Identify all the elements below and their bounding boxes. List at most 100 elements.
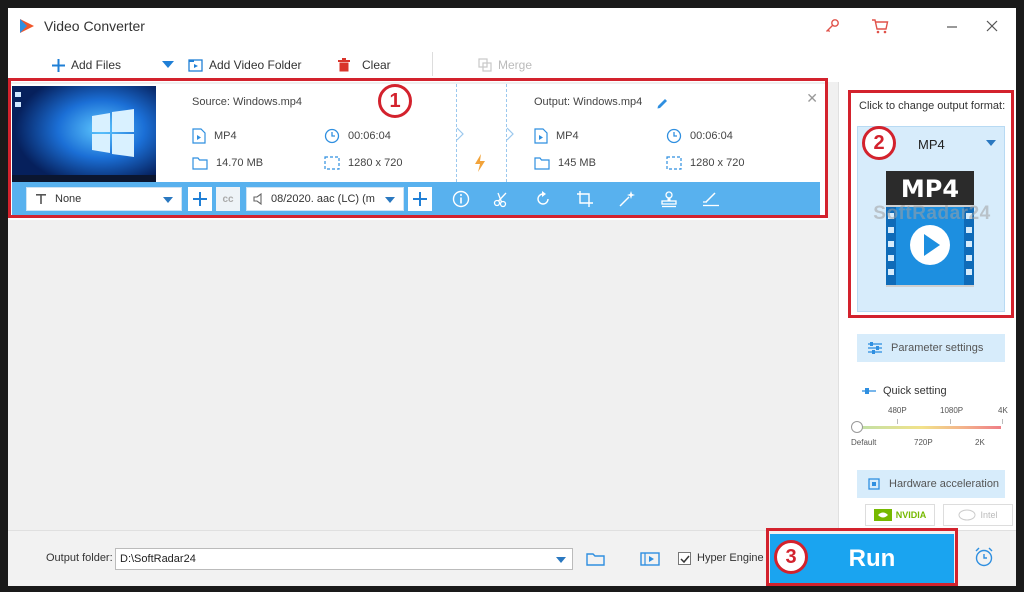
cart-icon[interactable]	[870, 16, 890, 36]
clear-button[interactable]: Clear	[338, 54, 391, 76]
source-size: 14.70 MB	[192, 156, 263, 170]
add-files-button[interactable]: Add Files	[52, 54, 121, 76]
key-icon[interactable]	[822, 16, 842, 36]
mp4-format-icon: MP4	[886, 171, 974, 287]
quality-label-720p: 720P	[914, 438, 933, 447]
output-folder-input[interactable]	[115, 548, 573, 570]
quick-setting-icon	[862, 388, 876, 394]
source-filename: Source: Windows.mp4	[192, 96, 303, 108]
app-window: Video Converter Add Files Add Video Fold…	[8, 8, 1016, 586]
app-logo-icon	[20, 19, 34, 33]
output-folder-label: Output folder:	[46, 552, 113, 564]
audio-track-select[interactable]: 08/2020. aac (LC) (m	[246, 187, 404, 211]
source-resolution: 1280 x 720	[324, 156, 402, 170]
slider-tick	[1002, 419, 1003, 424]
speaker-icon	[253, 193, 262, 205]
cc-subtitle-button[interactable]: cc	[216, 187, 240, 211]
format-panel-title: Click to change output format:	[859, 100, 1006, 112]
text-icon	[36, 194, 46, 204]
app-title: Video Converter	[44, 18, 145, 34]
clear-label: Clear	[362, 58, 391, 72]
plus-icon	[52, 58, 65, 72]
title-bar: Video Converter	[8, 8, 1016, 46]
sliders-icon	[868, 342, 882, 354]
merge-button[interactable]: Merge	[478, 54, 532, 76]
info-icon[interactable]	[450, 188, 472, 210]
slider-tick	[950, 419, 951, 424]
chevron-right-icon	[506, 127, 514, 141]
remove-file-icon[interactable]: ✕	[806, 90, 818, 107]
chevron-down-icon	[162, 61, 174, 68]
chip-icon	[868, 478, 880, 490]
add-audio-button[interactable]	[408, 187, 432, 211]
alarm-clock-icon[interactable]	[972, 546, 996, 568]
folder-icon	[192, 157, 208, 170]
preview-video-icon[interactable]	[638, 548, 662, 570]
add-subtitle-button[interactable]	[188, 187, 212, 211]
subtitle-select[interactable]: None	[26, 187, 182, 211]
nvidia-option[interactable]: NVIDIA	[865, 504, 935, 526]
resolution-icon	[666, 156, 682, 170]
plus-icon	[413, 192, 427, 206]
video-thumbnail[interactable]	[12, 86, 156, 182]
folder-icon	[534, 157, 550, 170]
chevron-right-icon	[456, 127, 464, 141]
toolbar-separator	[432, 52, 433, 76]
open-folder-icon[interactable]	[584, 548, 608, 570]
subtitle-edit-icon[interactable]	[700, 188, 722, 210]
watermark-stamp-icon[interactable]	[658, 188, 680, 210]
add-video-folder-label: Add Video Folder	[209, 58, 302, 72]
annotation-number-1: 1	[378, 84, 412, 118]
toolbar: Add Files Add Video Folder Clear Merge	[8, 46, 1016, 82]
slider-knob[interactable]	[851, 421, 863, 433]
hyper-engine-label: Hyper Engine	[697, 552, 764, 564]
slider-track[interactable]	[857, 426, 1001, 429]
output-resolution: 1280 x 720	[666, 156, 744, 170]
add-files-dropdown[interactable]	[162, 54, 174, 76]
quick-setting-label: Quick setting	[861, 385, 947, 397]
close-icon[interactable]	[982, 16, 1002, 36]
cc-icon: cc	[222, 193, 234, 205]
crop-icon[interactable]	[574, 188, 596, 210]
source-format: MP4	[192, 128, 237, 144]
video-file-icon	[534, 128, 548, 144]
quality-label-default: Default	[851, 438, 877, 447]
quality-label-4k: 4K	[998, 406, 1008, 415]
checkmark-icon	[679, 555, 690, 563]
edit-pencil-icon[interactable]	[656, 97, 669, 110]
clock-icon	[666, 128, 682, 144]
clock-icon	[324, 128, 340, 144]
minimize-icon[interactable]	[942, 16, 962, 36]
folder-video-icon	[188, 59, 203, 72]
rotate-icon[interactable]	[532, 188, 554, 210]
hyper-engine-checkbox[interactable]	[678, 552, 691, 565]
add-files-label: Add Files	[71, 58, 122, 72]
trash-icon	[338, 58, 350, 72]
selected-format-name: MP4	[918, 137, 945, 152]
resolution-icon	[324, 156, 340, 170]
quality-label-1080p: 1080P	[940, 406, 964, 415]
source-duration: 00:06:04	[324, 128, 391, 144]
chevron-down-icon[interactable]	[556, 557, 566, 563]
output-format: MP4	[534, 128, 579, 144]
output-size: 145 MB	[534, 156, 596, 170]
effects-wand-icon[interactable]	[616, 188, 638, 210]
annotation-number-3: 3	[774, 540, 808, 574]
add-video-folder-button[interactable]: Add Video Folder	[188, 54, 302, 76]
quality-label-2k: 2K	[975, 438, 985, 447]
nvidia-logo-icon	[873, 509, 892, 521]
quality-slider[interactable]: 480P 1080P 4K Default 720P 2K	[851, 404, 1011, 454]
hardware-acceleration-button[interactable]: Hardware acceleration	[857, 470, 1005, 498]
annotation-number-2: 2	[862, 126, 896, 160]
intel-option[interactable]: Intel	[943, 504, 1013, 526]
lightning-icon	[475, 154, 485, 172]
scissors-icon[interactable]	[490, 188, 512, 210]
merge-label: Merge	[498, 58, 533, 72]
parameter-settings-button[interactable]: Parameter settings	[857, 334, 1005, 362]
chevron-down-icon	[986, 140, 996, 146]
merge-icon	[478, 58, 492, 72]
bottom-bar: Output folder: Hyper Engine Run	[8, 530, 1016, 586]
file-list-area: Source: Windows.mp4 MP4 00:06:04 14.70 M…	[8, 82, 838, 530]
plus-icon	[193, 192, 207, 206]
slider-tick	[897, 419, 898, 424]
